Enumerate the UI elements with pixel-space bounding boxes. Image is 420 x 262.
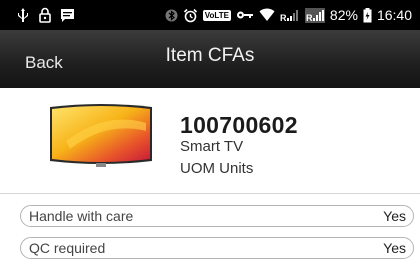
product-thumbnail	[46, 101, 156, 169]
attribute-value: Yes	[383, 208, 406, 224]
clock-time: 16:40	[376, 7, 412, 23]
signal-2-icon: R	[304, 7, 325, 23]
battery-percent: 82%	[329, 7, 358, 23]
item-uom: UOM Units	[180, 160, 254, 177]
signal-1-label: R	[280, 13, 287, 22]
volte-badge: VoLTE	[202, 9, 231, 21]
status-bar: VoLTE R R 82% 16:40	[0, 0, 420, 30]
attribute-value: Yes	[383, 240, 406, 256]
item-code: 100700602	[180, 112, 298, 138]
attribute-label: QC required	[29, 240, 106, 256]
bluetooth-icon	[165, 9, 178, 22]
wifi-icon	[259, 8, 275, 22]
key-icon	[236, 9, 254, 21]
battery-icon	[363, 7, 372, 23]
signal-1-icon: R	[280, 9, 300, 22]
attribute-label: Handle with care	[29, 208, 134, 224]
status-left	[16, 7, 75, 23]
signal-2-label: R	[306, 13, 313, 23]
item-name: Smart TV	[180, 138, 244, 155]
status-right: VoLTE R R 82% 16:40	[165, 7, 412, 23]
alarm-icon	[183, 8, 198, 23]
usb-icon	[16, 7, 30, 23]
section-divider	[0, 193, 420, 194]
message-icon	[60, 8, 75, 23]
page-title: Item CFAs	[165, 45, 255, 66]
item-summary: 100700602 Smart TV UOM Units	[0, 88, 420, 193]
lock-icon	[38, 7, 52, 23]
attribute-row-handle-with-care[interactable]: Handle with care Yes	[20, 205, 414, 227]
app-header: Back Item CFAs	[0, 30, 420, 88]
attribute-row-qc-required[interactable]: QC required Yes	[20, 237, 414, 259]
